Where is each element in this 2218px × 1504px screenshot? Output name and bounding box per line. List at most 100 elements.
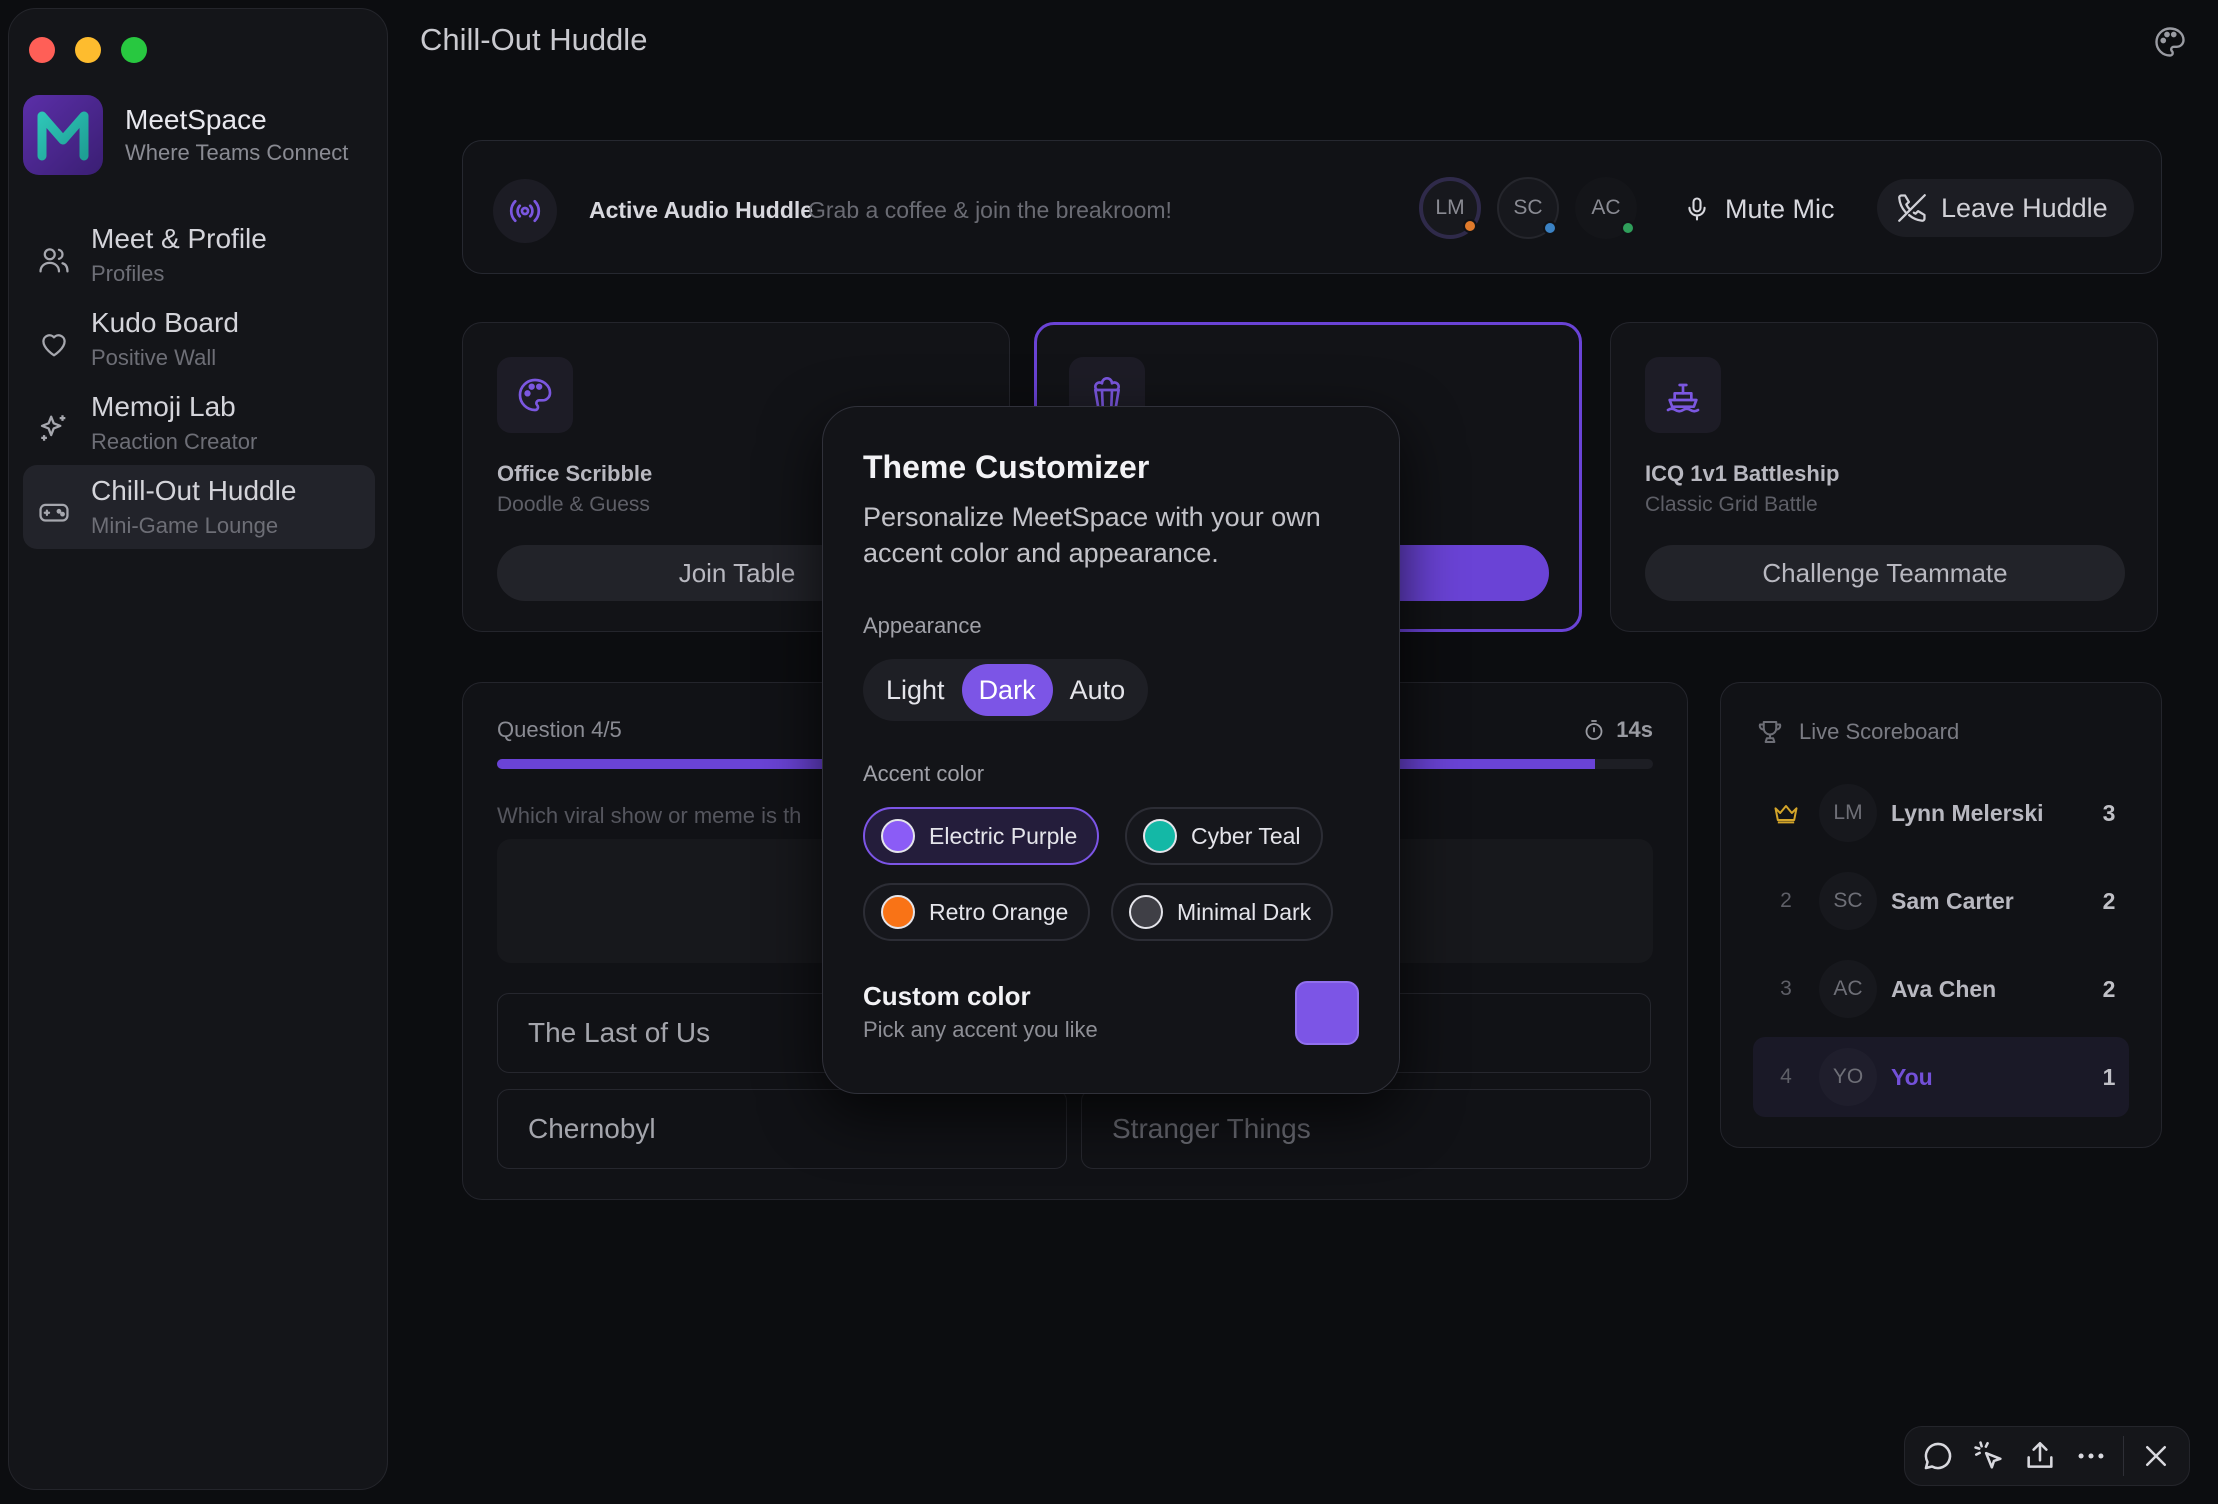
quiz-option[interactable]: Chernobyl	[497, 1089, 1067, 1169]
brand-tagline: Where Teams Connect	[125, 140, 349, 165]
custom-color-picker[interactable]	[1295, 981, 1359, 1045]
more-icon[interactable]	[2072, 1437, 2110, 1475]
player-name: Sam Carter	[1891, 887, 2014, 914]
sidebar-item-sub: Profiles	[91, 261, 165, 286]
close-icon[interactable]	[2137, 1437, 2175, 1475]
timer-icon	[1582, 718, 1606, 742]
page-title: Chill-Out Huddle	[420, 22, 648, 57]
audio-huddle-subtitle: Grab a coffee & join the breakroom!	[808, 197, 1172, 223]
scoreboard-row: 3 AC Ava Chen 2	[1753, 949, 2129, 1029]
accent-name: Cyber Teal	[1191, 822, 1301, 849]
game-subtitle: Doodle & Guess	[497, 493, 650, 516]
accent-retro-orange[interactable]: Retro Orange	[863, 883, 1091, 941]
leave-huddle-label: Leave Huddle	[1941, 192, 2108, 223]
avatar[interactable]: AC	[1575, 177, 1637, 239]
custom-color-subtitle: Pick any accent you like	[863, 1017, 1098, 1042]
users-icon	[37, 243, 71, 277]
player-name: Lynn Melerski	[1891, 799, 2044, 826]
scoreboard-row: LM Lynn Melerski 3	[1753, 773, 2129, 853]
participant-avatars: LM SC AC	[1419, 177, 1637, 239]
color-swatch	[1129, 895, 1163, 929]
appearance-label: Appearance	[863, 613, 982, 638]
zoom-window-button[interactable]	[121, 37, 147, 63]
theme-palette-button[interactable]	[2152, 24, 2188, 60]
sidebar-nav: Meet & Profile Profiles Kudo Board Posit…	[23, 213, 375, 549]
avatar-initials: AC	[1591, 196, 1621, 219]
avatar: LM	[1819, 784, 1877, 842]
status-dot	[1463, 219, 1477, 233]
palette-icon	[2155, 27, 2185, 57]
ship-icon	[1645, 357, 1721, 433]
avatar: YO	[1819, 1048, 1877, 1106]
accent-minimal-dark[interactable]: Minimal Dark	[1111, 883, 1334, 941]
timer-value: 14s	[1616, 717, 1653, 742]
custom-color-title: Custom color	[863, 981, 1031, 1011]
trophy-icon	[1755, 717, 1785, 747]
sidebar-item-meet-profile[interactable]: Meet & Profile Profiles	[23, 213, 375, 297]
theme-customizer-popover: Theme Customizer Personalize MeetSpace w…	[822, 406, 1400, 1094]
status-dot	[1543, 221, 1557, 235]
brand: MeetSpace Where Teams Connect	[23, 95, 348, 175]
accent-name: Electric Purple	[929, 822, 1078, 849]
microphone-icon	[1683, 195, 1711, 223]
share-icon[interactable]	[2021, 1437, 2059, 1475]
brand-name: MeetSpace	[125, 104, 267, 135]
rank-number: 4	[1780, 1065, 1792, 1088]
question-counter: Question 4/5	[497, 717, 622, 742]
appearance-light-option[interactable]: Light	[869, 664, 962, 716]
rank-number: 3	[1780, 977, 1792, 1000]
leave-huddle-button[interactable]: Leave Huddle	[1877, 179, 2134, 237]
game-card-icq-battleship[interactable]: ICQ 1v1 Battleship Classic Grid Battle C…	[1610, 322, 2158, 632]
player-score: 2	[2102, 975, 2116, 1002]
avatar[interactable]: LM	[1419, 177, 1481, 239]
sidebar-item-memoji-lab[interactable]: Memoji Lab Reaction Creator	[23, 381, 375, 465]
palette-icon	[497, 357, 573, 433]
modal-title: Theme Customizer	[863, 449, 1150, 485]
sidebar-item-sub: Reaction Creator	[91, 429, 258, 454]
player-name: You	[1891, 1063, 1933, 1090]
close-window-button[interactable]	[29, 37, 55, 63]
cursor-click-icon[interactable]	[1970, 1437, 2008, 1475]
accent-name: Minimal Dark	[1177, 898, 1312, 925]
modal-description: Personalize MeetSpace with your own acce…	[863, 502, 1321, 568]
accent-name: Retro Orange	[929, 898, 1069, 925]
live-scoreboard: Live Scoreboard LM Lynn Melerski 3 2 SC …	[1720, 682, 2162, 1148]
player-name: Ava Chen	[1891, 975, 1997, 1002]
game-subtitle: Classic Grid Battle	[1645, 493, 1818, 516]
rank-number: 2	[1780, 889, 1792, 912]
avatar: AC	[1819, 960, 1877, 1018]
sidebar-item-kudo-board[interactable]: Kudo Board Positive Wall	[23, 297, 375, 381]
accent-color-label: Accent color	[863, 761, 985, 786]
quiz-option[interactable]: Stranger Things	[1081, 1089, 1651, 1169]
avatar[interactable]: SC	[1497, 177, 1559, 239]
sidebar-item-chill-out-huddle[interactable]: Chill-Out Huddle Mini-Game Lounge	[23, 465, 375, 549]
player-score: 3	[2102, 799, 2116, 826]
chat-bubble-icon[interactable]	[1919, 1437, 1957, 1475]
challenge-teammate-button[interactable]: Challenge Teammate	[1645, 545, 2125, 601]
status-dot	[1621, 221, 1635, 235]
heart-icon	[37, 327, 71, 361]
audio-huddle-title: Active Audio Huddle	[589, 197, 814, 223]
quiz-prompt: Which viral show or meme is th	[497, 803, 802, 828]
toolbar-divider	[2122, 1436, 2124, 1476]
broadcast-icon	[493, 179, 557, 243]
app-logo	[23, 95, 103, 175]
player-score: 2	[2102, 887, 2116, 914]
gamepad-icon	[37, 495, 71, 529]
game-title: ICQ 1v1 Battleship	[1645, 461, 1840, 486]
sidebar-item-sub: Positive Wall	[91, 345, 217, 370]
appearance-auto-option[interactable]: Auto	[1053, 664, 1143, 716]
bottom-toolbar	[1904, 1426, 2190, 1486]
appearance-dark-option[interactable]: Dark	[961, 664, 1053, 716]
accent-electric-purple[interactable]: Electric Purple	[863, 807, 1100, 865]
scoreboard-row-me: 4 YO You 1	[1753, 1037, 2129, 1117]
mute-mic-button[interactable]: Mute Mic	[1683, 179, 1835, 239]
appearance-segmented-control: Light Dark Auto	[863, 659, 1149, 721]
color-swatch	[881, 819, 915, 853]
color-swatch	[1143, 819, 1177, 853]
accent-cyber-teal[interactable]: Cyber Teal	[1125, 807, 1323, 865]
sidebar-item-sub: Mini-Game Lounge	[91, 513, 279, 538]
sidebar-item-label: Chill-Out Huddle	[91, 475, 297, 506]
scoreboard-header: Live Scoreboard	[1755, 717, 1959, 747]
minimize-window-button[interactable]	[75, 37, 101, 63]
